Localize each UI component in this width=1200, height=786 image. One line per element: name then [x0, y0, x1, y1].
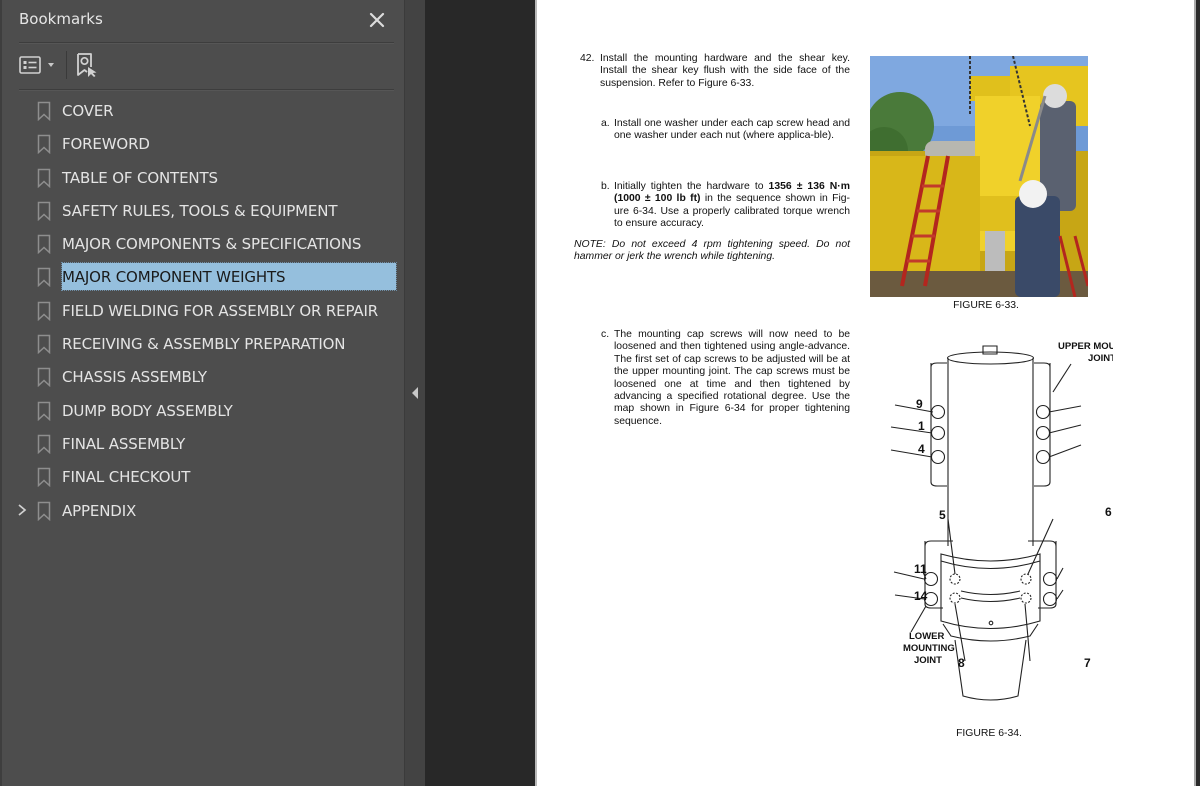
step-text: Install one washer under each cap screw …: [614, 118, 850, 142]
step-letter: c.: [601, 329, 610, 340]
bolt-number-14: 14: [914, 589, 928, 603]
bookmark-icon: [37, 334, 51, 355]
bookmark-icon: [37, 101, 51, 122]
bookmarks-panel: Bookmarks COVER FOREWORD TABLE OF CONTEN…: [0, 0, 404, 786]
toolbar-divider: [66, 51, 67, 79]
bookmarks-toolbar: [19, 50, 399, 80]
bookmark-icon: [37, 501, 51, 521]
bookmark-item[interactable]: APPENDIX: [2, 494, 406, 527]
bookmark-icon: [37, 201, 51, 222]
note: NOTE: Do not exceed 4 rpm tightening spe…: [574, 239, 850, 264]
bolt-number-6: 6: [1105, 505, 1112, 519]
figure-6-34-diagram: UPPER MOUNTING JOINT 9 1 4 10 2 3 5 6 11…: [890, 341, 1113, 701]
find-current-bookmark-button[interactable]: [75, 50, 105, 80]
document-page: 42. Install the mounting hardware and th…: [535, 0, 1196, 786]
step-b: b. Initially tighten the hardware to 135…: [601, 181, 850, 231]
bolt-number-4: 4: [918, 442, 925, 456]
bookmark-item[interactable]: SAFETY RULES, TOOLS & EQUIPMENT: [2, 194, 406, 227]
lower-mounting-label-line2: MOUNTING: [903, 643, 955, 654]
bookmark-label: COVER: [62, 102, 114, 120]
find-current-bookmark-icon: [77, 53, 97, 77]
torque-lbft: (1000 ± 100 lb ft): [614, 193, 701, 205]
bookmark-item[interactable]: DUMP BODY ASSEMBLY: [2, 394, 406, 427]
lower-mounting-label-line3: JOINT: [914, 655, 942, 666]
close-bookmarks-button[interactable]: [368, 11, 386, 29]
bookmark-label: APPENDIX: [62, 501, 137, 520]
list-options-icon: [19, 56, 41, 74]
step-c: c. The mounting cap screws will now need…: [601, 329, 850, 428]
bookmark-label: MAJOR COMPONENT WEIGHTS: [61, 262, 397, 292]
bookmark-item[interactable]: MAJOR COMPONENTS & SPECIFICATIONS: [2, 227, 406, 260]
bookmark-item[interactable]: TABLE OF CONTENTS: [2, 161, 406, 194]
bookmark-label: TABLE OF CONTENTS: [62, 168, 218, 187]
vertical-scrollbar[interactable]: [1196, 0, 1200, 786]
bookmark-item[interactable]: RECEIVING & ASSEMBLY PREPARATION: [2, 327, 406, 360]
bookmark-label: DUMP BODY ASSEMBLY: [62, 401, 233, 420]
bookmark-icon: [37, 467, 51, 488]
figure-6-33-photo: [870, 56, 1088, 297]
step-number: 42.: [580, 53, 595, 64]
bookmark-icon: [37, 401, 51, 421]
lower-mounting-label-line1: LOWER: [909, 631, 944, 642]
bookmark-item[interactable]: FINAL ASSEMBLY: [2, 427, 406, 460]
torque-nm: 1356 ± 136 N·m: [768, 181, 850, 192]
expand-chevron-right-icon[interactable]: [15, 502, 29, 518]
bookmark-item[interactable]: FOREWORD: [2, 127, 406, 160]
bookmark-icon: [37, 434, 51, 455]
upper-mounting-label-line2: JOINT: [1088, 353, 1113, 364]
bookmarks-title: Bookmarks: [19, 10, 103, 28]
bookmark-label: CHASSIS ASSEMBLY: [62, 368, 207, 387]
caret-down-icon: [48, 63, 54, 67]
bolt-number-8: 8: [958, 656, 965, 670]
bookmark-icon: [37, 134, 51, 155]
bookmark-item[interactable]: CHASSIS ASSEMBLY: [2, 360, 406, 393]
bookmark-item[interactable]: FIELD WELDING FOR ASSEMBLY OR REPAIR: [2, 294, 406, 327]
figure-6-33-caption: FIGURE 6-33.: [953, 300, 1019, 311]
bookmark-label: FOREWORD: [62, 135, 150, 154]
bookmark-icon: [37, 234, 51, 255]
step-text: The mounting cap screws will now need to…: [614, 329, 850, 427]
bookmark-label: SAFETY RULES, TOOLS & EQUIPMENT: [62, 201, 338, 220]
figure-6-34-caption: FIGURE 6-34.: [956, 728, 1022, 739]
options-menu-button[interactable]: [19, 50, 59, 80]
step-letter: a.: [601, 118, 610, 129]
panel-splitter[interactable]: [404, 0, 425, 786]
bookmark-label: FINAL CHECKOUT: [62, 468, 191, 487]
bolt-number-11: 11: [914, 562, 927, 576]
text-run: Initially tighten the hardware to: [614, 181, 769, 192]
divider: [19, 42, 394, 44]
bolt-number-5: 5: [939, 508, 946, 522]
collapse-left-arrow-icon[interactable]: [411, 386, 419, 399]
bookmark-item[interactable]: COVER: [2, 94, 406, 127]
bookmark-icon: [37, 367, 51, 388]
bookmark-label: FINAL ASSEMBLY: [62, 434, 186, 453]
bookmark-label: FIELD WELDING FOR ASSEMBLY OR REPAIR: [62, 301, 379, 320]
divider: [19, 89, 394, 91]
step-a: a. Install one washer under each cap scr…: [601, 118, 850, 143]
step-text: Install the mounting hardware and the sh…: [600, 53, 850, 89]
bookmark-label: MAJOR COMPONENTS & SPECIFICATIONS: [62, 235, 362, 254]
close-icon: [369, 12, 385, 28]
bolt-number-1: 1: [918, 419, 925, 433]
step-42: 42. Install the mounting hardware and th…: [580, 53, 850, 90]
bookmark-icon: [37, 168, 51, 188]
bookmark-icon: [37, 267, 51, 288]
step-text: Initially tighten the hardware to 1356 ±…: [601, 181, 850, 231]
bookmark-label: RECEIVING & ASSEMBLY PREPARATION: [62, 335, 346, 354]
bolt-number-7: 7: [1084, 656, 1091, 670]
upper-mounting-label-line1: UPPER MOUNTING: [1058, 341, 1113, 352]
step-letter: b.: [601, 181, 610, 192]
note-text: NOTE: Do not exceed 4 rpm tightening spe…: [574, 239, 850, 263]
bookmark-item-selected[interactable]: MAJOR COMPONENT WEIGHTS: [2, 260, 406, 293]
bookmark-icon: [37, 301, 51, 321]
bookmark-list: COVER FOREWORD TABLE OF CONTENTS SAFETY …: [2, 94, 406, 527]
bolt-number-9: 9: [916, 397, 923, 411]
bookmark-item[interactable]: FINAL CHECKOUT: [2, 460, 406, 493]
